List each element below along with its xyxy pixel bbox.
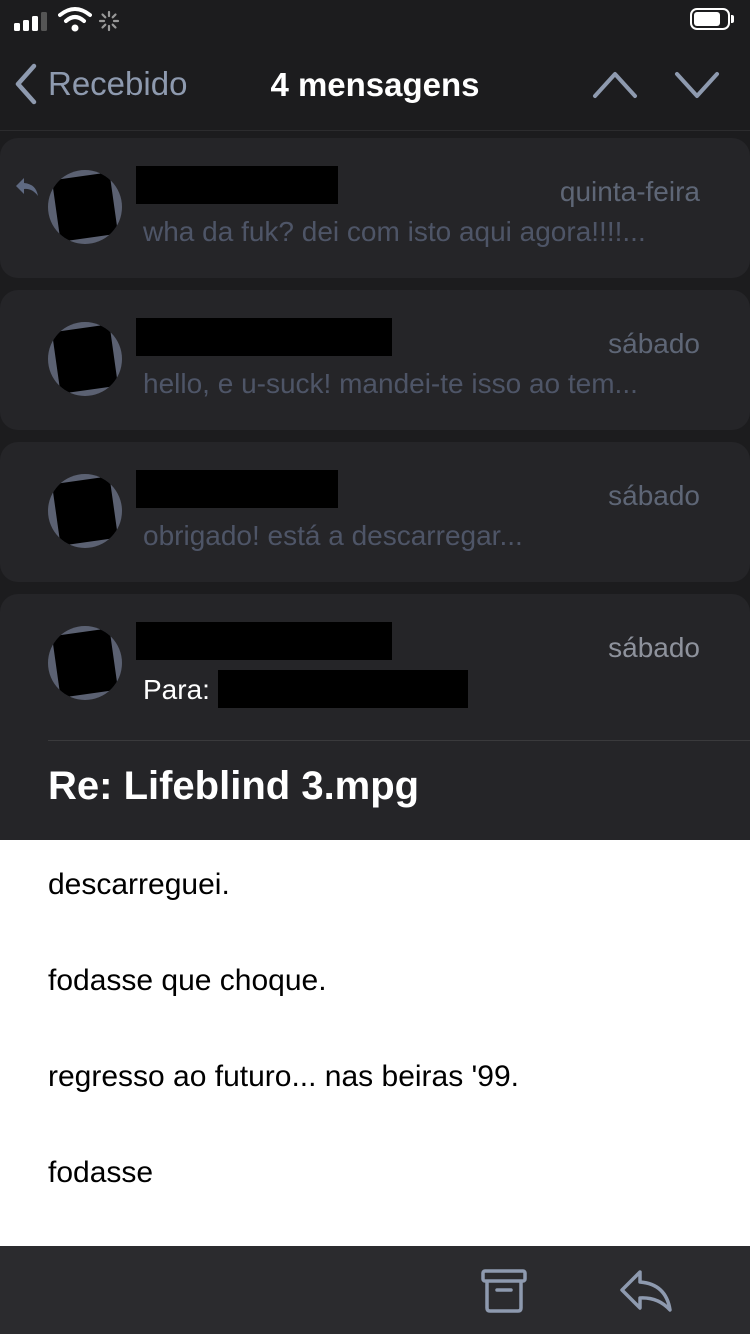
open-message-header: sábado Para: Re: Lifeblind 3.mpg [0, 594, 750, 844]
message-body: descarreguei. fodasse que choque. regres… [0, 840, 750, 1246]
avatar [48, 626, 122, 700]
status-bar [0, 0, 750, 42]
back-button[interactable]: Recebido [14, 62, 187, 106]
sender-name-redacted [136, 470, 338, 508]
reply-icon[interactable] [618, 1264, 674, 1316]
bottom-toolbar [0, 1246, 750, 1334]
chevron-up-icon[interactable] [590, 64, 640, 104]
message-date: sábado [608, 632, 700, 663]
message-date: sábado [608, 328, 700, 359]
body-line: descarreguei. [48, 868, 230, 901]
recipient-label: Para: [143, 674, 210, 705]
recipient-redacted[interactable] [218, 670, 468, 708]
chevron-down-icon[interactable] [672, 64, 722, 104]
message-preview: obrigado! está a descarregar... [143, 520, 523, 551]
wifi-icon [58, 7, 92, 32]
body-line: fodasse que choque. [48, 964, 327, 997]
sender-name-redacted [136, 622, 392, 660]
thread-message-2[interactable]: sábado hello, e u-suck! mandei-te isso a… [0, 290, 750, 430]
thread-message-1[interactable]: quinta-feira wha da fuk? dei com isto aq… [0, 138, 750, 278]
body-line: fodasse [48, 1156, 154, 1189]
navigation-bar: Recebido 4 mensagens [0, 42, 750, 131]
thread-message-3[interactable]: sábado obrigado! está a descarregar... [0, 442, 750, 582]
battery-icon [690, 8, 736, 32]
avatar [48, 170, 122, 244]
back-button-label: Recebido [48, 65, 188, 102]
avatar [48, 474, 122, 548]
message-subject: Re: Lifeblind 3.mpg [48, 764, 420, 808]
sender-name-redacted [136, 166, 338, 204]
divider [48, 740, 750, 741]
archive-icon[interactable] [478, 1264, 530, 1316]
replied-arrow-icon [16, 178, 38, 196]
cellular-signal-icon [14, 11, 48, 31]
activity-spinner-icon [98, 10, 120, 32]
message-preview: hello, e u-suck! mandei-te isso ao tem..… [143, 368, 638, 399]
chevron-left-icon [15, 63, 37, 105]
body-line: regresso ao futuro... nas beiras '99. [48, 1060, 519, 1093]
sender-name-redacted [136, 318, 392, 356]
page-title: 4 mensagens [270, 66, 480, 103]
avatar [48, 322, 122, 396]
message-date: sábado [608, 480, 700, 511]
message-preview: wha da fuk? dei com isto aqui agora!!!!.… [143, 216, 646, 247]
message-date: quinta-feira [559, 176, 700, 207]
